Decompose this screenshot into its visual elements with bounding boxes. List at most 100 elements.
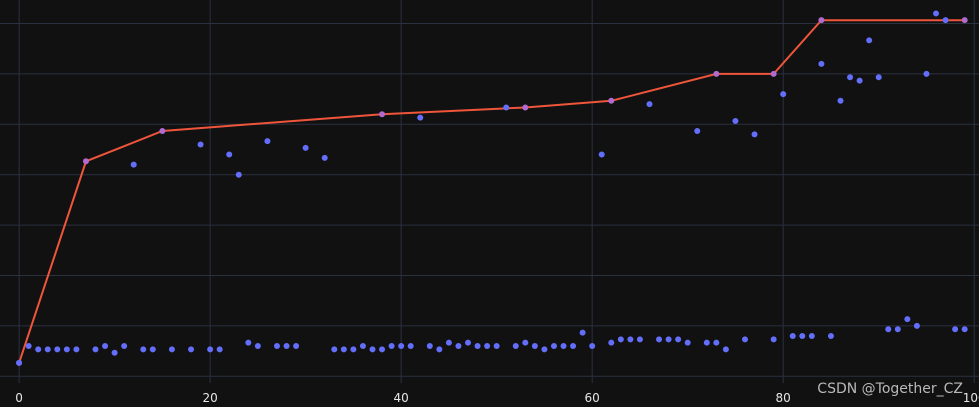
data-point-86 (885, 326, 892, 333)
data-point-13 (149, 346, 156, 353)
data-point-22 (254, 343, 261, 350)
data-point-8 (102, 343, 109, 350)
data-point-9 (111, 349, 118, 356)
data-point-27 (302, 144, 309, 151)
data-point-39 (426, 343, 433, 350)
data-point-92 (942, 17, 949, 24)
data-point-6 (73, 346, 80, 353)
data-point-75 (780, 91, 787, 98)
data-point-71 (732, 117, 739, 124)
data-point-0 (16, 359, 23, 366)
data-point-20 (235, 171, 242, 178)
x-tick-label-0: 0 (15, 391, 23, 405)
scatter-chart: 0 20 40 60 80 100 (0, 0, 979, 405)
data-point-58 (608, 339, 615, 346)
data-point-70 (722, 346, 729, 353)
data-point-49 (522, 339, 529, 346)
data-point-88 (904, 316, 911, 323)
line-vertex-3 (379, 111, 386, 118)
data-point-93 (952, 326, 959, 333)
data-point-87 (894, 326, 901, 333)
data-point-40 (436, 346, 443, 353)
data-point-7 (92, 346, 99, 353)
data-point-61 (636, 336, 643, 343)
data-point-30 (340, 346, 347, 353)
data-point-50 (531, 343, 538, 350)
data-point-94 (961, 326, 968, 333)
x-tick-label-5: 100 (963, 391, 979, 405)
data-point-56 (589, 343, 596, 350)
data-point-11 (130, 161, 137, 168)
data-point-83 (856, 77, 863, 84)
grid (0, 0, 979, 383)
data-point-72 (741, 336, 748, 343)
data-point-54 (570, 343, 577, 350)
data-point-47 (503, 104, 510, 111)
data-point-26 (293, 343, 300, 350)
data-point-77 (799, 332, 806, 339)
data-point-84 (866, 37, 873, 44)
data-point-34 (379, 346, 386, 353)
data-point-73 (751, 131, 758, 138)
data-point-38 (417, 114, 424, 121)
data-point-81 (837, 97, 844, 104)
data-point-66 (684, 339, 691, 346)
data-point-65 (675, 336, 682, 343)
data-point-29 (331, 346, 338, 353)
line-vertex-6 (713, 70, 720, 77)
data-point-16 (197, 141, 204, 148)
data-point-2 (35, 346, 42, 353)
line-vertex-9 (961, 17, 968, 24)
data-point-31 (350, 346, 357, 353)
watermark: CSDN @Together_CZ (817, 381, 963, 397)
data-point-89 (913, 322, 920, 329)
data-point-14 (168, 346, 175, 353)
data-point-60 (627, 336, 634, 343)
data-point-74 (770, 336, 777, 343)
series-line (18, 19, 965, 364)
data-point-68 (703, 339, 710, 346)
data-point-51 (541, 346, 548, 353)
data-point-85 (875, 74, 882, 81)
data-point-64 (665, 336, 672, 343)
data-point-25 (283, 343, 290, 350)
data-point-82 (847, 74, 854, 81)
data-point-67 (694, 128, 701, 135)
line-vertex-2 (159, 128, 166, 135)
data-point-78 (808, 332, 815, 339)
x-tick-label-3: 60 (585, 391, 600, 405)
x-tick-label-2: 40 (394, 391, 409, 405)
data-point-21 (245, 339, 252, 346)
line-vertex-1 (82, 158, 89, 165)
data-point-12 (140, 346, 147, 353)
data-point-52 (550, 343, 557, 350)
data-point-76 (789, 332, 796, 339)
data-point-3 (44, 346, 51, 353)
data-point-91 (933, 10, 940, 17)
data-point-42 (455, 343, 462, 350)
line-vertex-7 (770, 70, 777, 77)
line-series (16, 17, 968, 366)
data-point-90 (923, 70, 930, 77)
data-point-43 (465, 339, 472, 346)
data-point-10 (121, 343, 128, 350)
x-tick-label-4: 80 (776, 391, 791, 405)
data-point-15 (188, 346, 195, 353)
data-point-37 (407, 343, 414, 350)
data-point-18 (216, 346, 223, 353)
data-point-23 (264, 138, 271, 145)
data-point-63 (656, 336, 663, 343)
data-point-4 (54, 346, 61, 353)
data-point-28 (321, 154, 328, 161)
data-point-32 (359, 343, 366, 350)
data-point-69 (713, 339, 720, 346)
line-vertex-4 (522, 104, 529, 111)
data-point-57 (598, 151, 605, 158)
x-tick-label-1: 20 (202, 391, 217, 405)
data-point-48 (512, 343, 519, 350)
data-point-24 (273, 343, 280, 350)
data-point-17 (207, 346, 214, 353)
data-point-62 (646, 101, 653, 108)
data-point-5 (63, 346, 70, 353)
data-point-19 (226, 151, 233, 158)
